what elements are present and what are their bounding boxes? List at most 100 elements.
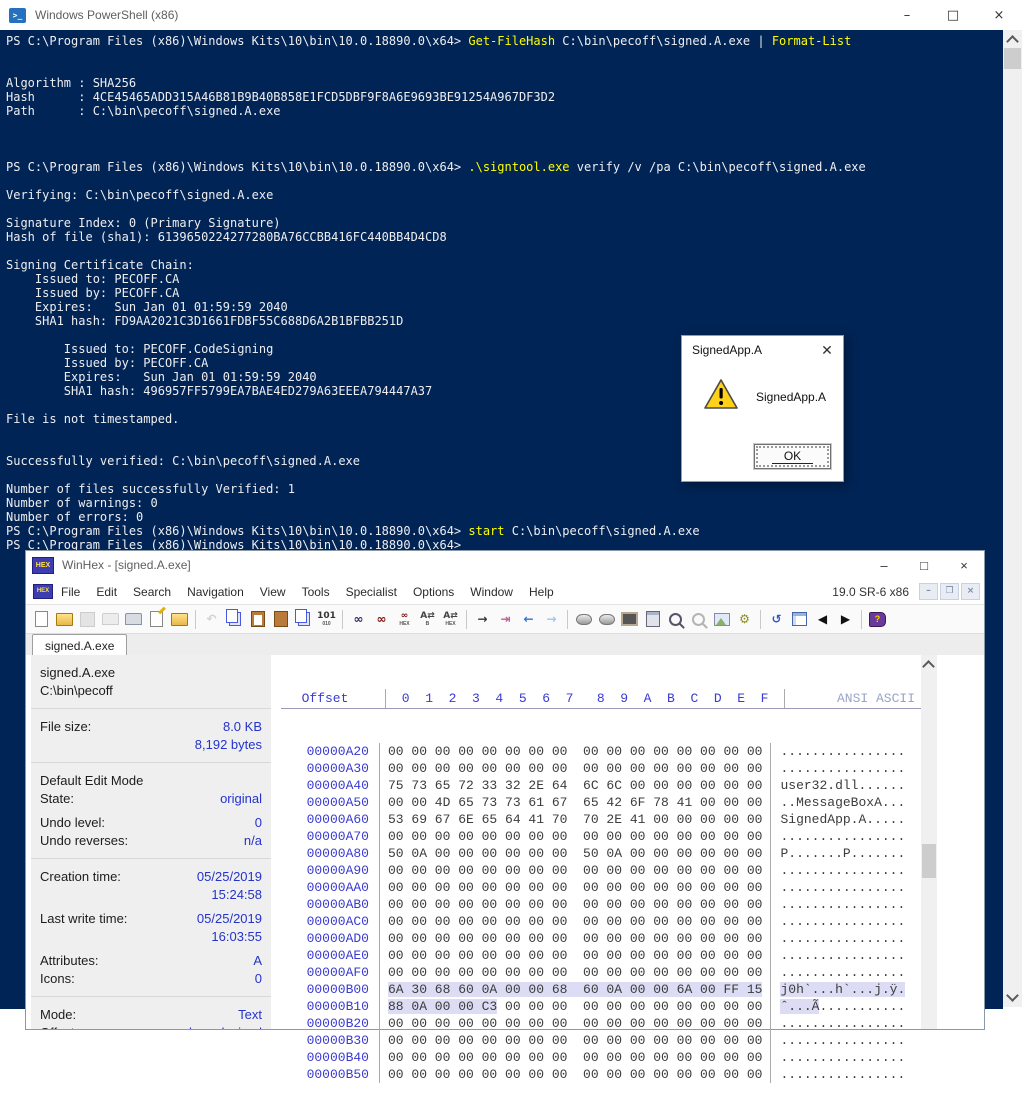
hex-bytes[interactable]: 00 00 00 00 00 00 00 00 00 00 00 00 00 0… [380,879,771,896]
hex-ascii[interactable]: ˆ...Ã........... [771,998,921,1015]
grow-window-icon[interactable]: ▶ [834,608,857,630]
hex-row[interactable]: 00000A9000 00 00 00 00 00 00 00 00 00 00… [281,862,921,879]
hex-row[interactable]: 00000B1088 0A 00 00 C3 00 00 00 00 00 00… [281,998,921,1015]
hex-ascii[interactable]: ................ [771,1049,921,1066]
ps-scrollbar-thumb[interactable] [1004,48,1021,69]
hex-row[interactable]: 00000AA000 00 00 00 00 00 00 00 00 00 00… [281,879,921,896]
hex-bytes[interactable]: 00 00 00 00 00 00 00 00 00 00 00 00 00 0… [380,828,771,845]
hex-row[interactable]: 00000A2000 00 00 00 00 00 00 00 00 00 00… [281,743,921,760]
file-properties-icon[interactable] [145,608,168,630]
help-icon[interactable]: ? [866,608,889,630]
hex-ascii[interactable]: ................ [771,930,921,947]
hex-ascii[interactable]: ................ [771,947,921,964]
hex-ascii[interactable]: ................ [771,964,921,981]
ram-editor-icon[interactable] [618,608,641,630]
hex-ascii[interactable]: ................ [771,1032,921,1049]
hex-row[interactable]: 00000A5000 00 4D 65 73 73 61 67 65 42 6F… [281,794,921,811]
ps-scrollbar[interactable] [1003,30,1022,1007]
hex-bytes[interactable]: 00 00 00 00 00 00 00 00 00 00 00 00 00 0… [380,896,771,913]
hex-row[interactable]: 00000AE000 00 00 00 00 00 00 00 00 00 00… [281,947,921,964]
hex-scroll-up-icon[interactable] [922,660,935,673]
hex-scrollbar-thumb[interactable] [922,844,936,878]
synchronize-icon[interactable]: ↺ [765,608,788,630]
menu-item-specialist[interactable]: Specialist [338,585,405,599]
hex-row[interactable]: 00000B4000 00 00 00 00 00 00 00 00 00 00… [281,1049,921,1066]
hex-bytes[interactable]: 00 00 00 00 00 00 00 00 00 00 00 00 00 0… [380,862,771,879]
hex-bytes[interactable]: 00 00 00 00 00 00 00 00 00 00 00 00 00 0… [380,1066,771,1083]
hex-bytes[interactable]: 53 69 67 6E 65 64 41 70 70 2E 41 00 00 0… [380,811,771,828]
hex-ascii[interactable]: ................ [771,862,921,879]
ps-close-button[interactable]: × [976,0,1022,30]
hex-ascii[interactable]: P.......P....... [771,845,921,862]
clipboard-icon[interactable] [269,608,292,630]
picture-view-icon[interactable] [710,608,733,630]
hex-ascii[interactable]: ................ [771,896,921,913]
winhex-maximize-button[interactable]: □ [904,551,944,579]
open-disk-icon[interactable] [572,608,595,630]
hex-bytes[interactable]: 00 00 00 00 00 00 00 00 00 00 00 00 00 0… [380,964,771,981]
copy-icon[interactable] [223,608,246,630]
hex-row[interactable]: 00000B2000 00 00 00 00 00 00 00 00 00 00… [281,1015,921,1032]
goto-block-icon[interactable]: ⇥ [494,608,517,630]
menu-item-view[interactable]: View [252,585,294,599]
calculator-icon[interactable] [641,608,664,630]
shrink-window-icon[interactable]: ◀ [811,608,834,630]
magnifier-icon[interactable] [664,608,687,630]
hex-bytes[interactable]: 00 00 4D 65 73 73 61 67 65 42 6F 78 41 0… [380,794,771,811]
ps-minimize-button[interactable]: – [884,0,930,30]
menu-item-search[interactable]: Search [125,585,179,599]
hex-row[interactable]: 00000AB000 00 00 00 00 00 00 00 00 00 00… [281,896,921,913]
forward-icon[interactable]: → [540,608,563,630]
find-again-icon[interactable]: ∞ [370,608,393,630]
winhex-close-button[interactable]: × [944,551,984,579]
hex-bytes[interactable]: 00 00 00 00 00 00 00 00 00 00 00 00 00 0… [380,930,771,947]
hex-bytes[interactable]: 00 00 00 00 00 00 00 00 00 00 00 00 00 0… [380,1032,771,1049]
goto-offset-icon[interactable]: → [471,608,494,630]
ps-scroll-down-icon[interactable] [1006,989,1019,1002]
print-icon[interactable] [122,608,145,630]
hex-bytes[interactable]: 00 00 00 00 00 00 00 00 00 00 00 00 00 0… [380,1015,771,1032]
hex-row[interactable]: 00000A7000 00 00 00 00 00 00 00 00 00 00… [281,828,921,845]
data-interpreter-icon[interactable] [788,608,811,630]
hex-ascii[interactable]: SignedApp.A..... [771,811,921,828]
hex-bytes[interactable]: 00 00 00 00 00 00 00 00 00 00 00 00 00 0… [380,743,771,760]
menu-item-file[interactable]: File [53,585,88,599]
hex-row[interactable]: 00000B5000 00 00 00 00 00 00 00 00 00 00… [281,1066,921,1083]
replace-text-icon[interactable]: A⇄B [416,608,439,630]
hex-bytes[interactable]: 00 00 00 00 00 00 00 00 00 00 00 00 00 0… [380,1049,771,1066]
mdi-minimize-button[interactable]: – [919,583,938,600]
hex-ascii[interactable]: user32.dll...... [771,777,921,794]
paste-icon[interactable] [246,608,269,630]
menu-item-navigation[interactable]: Navigation [179,585,252,599]
hex-row[interactable]: 00000A8050 0A 00 00 00 00 00 00 50 0A 00… [281,845,921,862]
hex-ascii[interactable]: ................ [771,1066,921,1083]
hex-bytes[interactable]: 50 0A 00 00 00 00 00 00 50 0A 00 00 00 0… [380,845,771,862]
menu-item-options[interactable]: Options [405,585,462,599]
hex-bytes[interactable]: 00 00 00 00 00 00 00 00 00 00 00 00 00 0… [380,947,771,964]
hex-bytes[interactable]: 00 00 00 00 00 00 00 00 00 00 00 00 00 0… [380,760,771,777]
open-file-icon[interactable] [53,608,76,630]
hex-bytes[interactable]: 00 00 00 00 00 00 00 00 00 00 00 00 00 0… [380,913,771,930]
hex-row[interactable]: 00000AC000 00 00 00 00 00 00 00 00 00 00… [281,913,921,930]
hex-ascii[interactable]: ................ [771,828,921,845]
menu-item-edit[interactable]: Edit [88,585,125,599]
hex-ascii[interactable]: ................ [771,913,921,930]
hex-row[interactable]: 00000AD000 00 00 00 00 00 00 00 00 00 00… [281,930,921,947]
hex-ascii[interactable]: ..MessageBoxA... [771,794,921,811]
hex-row[interactable]: 00000A3000 00 00 00 00 00 00 00 00 00 00… [281,760,921,777]
hex-row[interactable]: 00000A6053 69 67 6E 65 64 41 70 70 2E 41… [281,811,921,828]
hex-ascii[interactable]: ................ [771,760,921,777]
hex-row[interactable]: 00000B006A 30 68 60 0A 00 00 68 60 0A 00… [281,981,921,998]
replace-hex-icon[interactable]: A⇄HEX [439,608,462,630]
mdi-restore-button[interactable]: ❐ [940,583,959,600]
open-folder-icon[interactable] [168,608,191,630]
find-hex-icon[interactable]: ∞HEX [393,608,416,630]
file-tab[interactable]: signed.A.exe [32,634,127,656]
hex-ascii[interactable]: ................ [771,879,921,896]
ps-maximize-button[interactable]: □ [930,0,976,30]
hex-row[interactable]: 00000AF000 00 00 00 00 00 00 00 00 00 00… [281,964,921,981]
hex-bytes[interactable]: 88 0A 00 00 C3 00 00 00 00 00 00 00 00 0… [380,998,771,1015]
hex-ascii[interactable]: ................ [771,743,921,760]
hex-ascii[interactable]: ................ [771,1015,921,1032]
find-text-icon[interactable]: ∞ [347,608,370,630]
